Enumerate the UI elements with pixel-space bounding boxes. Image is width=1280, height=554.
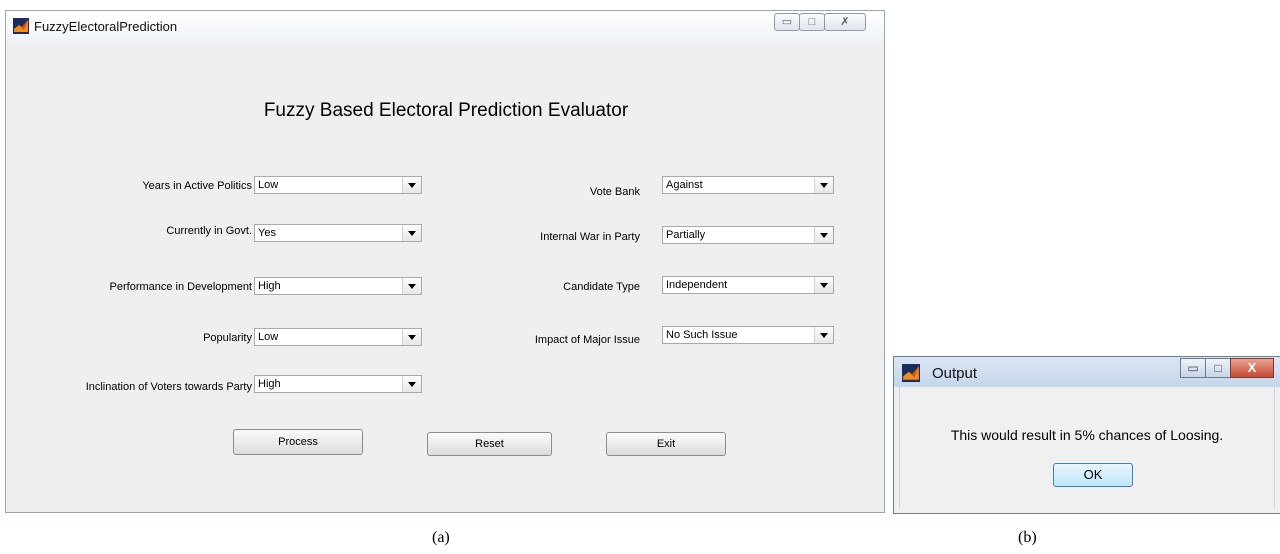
label-years-in-active-politics: Years in Active Politics: [142, 180, 252, 192]
exit-button[interactable]: Exit: [606, 432, 726, 456]
matlab-icon: [902, 364, 920, 382]
label-inclination-of-voters: Inclination of Voters towards Party: [85, 381, 252, 393]
minimize-icon: ▭: [781, 16, 793, 28]
select-value: Low: [258, 331, 279, 343]
impact-of-major-issue-select[interactable]: No Such Issue: [662, 326, 834, 344]
select-value: No Such Issue: [666, 329, 738, 341]
dialog-title-bar[interactable]: Output ▭ □ X: [894, 357, 1280, 387]
currently-in-govt-select[interactable]: Yes: [254, 224, 422, 242]
close-icon: ✗: [840, 16, 850, 28]
label-currently-in-govt: Currently in Govt.: [166, 225, 252, 237]
title-bar[interactable]: FuzzyElectoralPrediction ▭ □ ✗: [6, 11, 884, 43]
popularity-select[interactable]: Low: [254, 328, 422, 346]
output-message: This would result in 5% chances of Loosi…: [950, 427, 1224, 443]
caption-a: (a): [432, 529, 450, 546]
process-button[interactable]: Process: [233, 429, 363, 455]
vote-bank-select[interactable]: Against: [662, 176, 834, 194]
select-value: Yes: [258, 227, 276, 239]
dialog-close-button[interactable]: X: [1230, 358, 1274, 378]
minimize-icon: ▭: [1187, 361, 1199, 375]
dropdown-arrow-icon[interactable]: [402, 177, 421, 193]
close-button[interactable]: ✗: [824, 13, 866, 31]
label-candidate-type: Candidate Type: [563, 281, 640, 293]
reset-button[interactable]: Reset: [427, 432, 552, 456]
performance-in-development-select[interactable]: High: [254, 277, 422, 295]
dropdown-arrow-icon[interactable]: [402, 376, 421, 392]
dialog-maximize-button[interactable]: □: [1205, 358, 1231, 378]
caption-b: (b): [1018, 529, 1037, 546]
select-value: Independent: [666, 279, 728, 291]
label-vote-bank: Vote Bank: [589, 186, 640, 198]
page-title: Fuzzy Based Electoral Prediction Evaluat…: [263, 100, 629, 121]
dialog-caption-buttons: ▭ □ X: [1180, 358, 1274, 378]
caption-buttons: ▭ □ ✗: [774, 13, 866, 33]
dropdown-arrow-icon[interactable]: [402, 278, 421, 294]
label-popularity: Popularity: [203, 332, 252, 344]
select-value: High: [258, 378, 281, 390]
label-impact-of-major-issue: Impact of Major Issue: [534, 334, 640, 346]
window-title: FuzzyElectoralPrediction: [34, 19, 178, 34]
dropdown-arrow-icon[interactable]: [814, 277, 833, 293]
matlab-icon: [13, 18, 29, 34]
label-internal-war-in-party: Internal War in Party: [540, 231, 640, 243]
years-in-active-politics-select[interactable]: Low: [254, 176, 422, 194]
internal-war-in-party-select[interactable]: Partially: [662, 226, 834, 244]
select-value: Against: [666, 179, 703, 191]
dropdown-arrow-icon[interactable]: [814, 227, 833, 243]
label-performance-in-development: Performance in Development: [109, 281, 252, 293]
select-value: High: [258, 280, 281, 292]
main-window: FuzzyElectoralPrediction ▭ □ ✗ Fuzzy Bas…: [5, 10, 885, 513]
output-dialog: Output ▭ □ X This would result in 5% cha…: [893, 356, 1280, 514]
maximize-icon: □: [808, 16, 816, 28]
candidate-type-select[interactable]: Independent: [662, 276, 834, 294]
dialog-title: Output: [932, 365, 978, 382]
ok-button[interactable]: OK: [1053, 463, 1133, 487]
maximize-icon: □: [1214, 361, 1222, 375]
dialog-body: This would result in 5% chances of Loosi…: [899, 387, 1275, 508]
minimize-button[interactable]: ▭: [774, 13, 800, 31]
select-value: Low: [258, 179, 279, 191]
inclination-of-voters-select[interactable]: High: [254, 375, 422, 393]
dropdown-arrow-icon[interactable]: [402, 225, 421, 241]
dropdown-arrow-icon[interactable]: [814, 327, 833, 343]
select-value: Partially: [666, 229, 706, 241]
maximize-button[interactable]: □: [799, 13, 825, 31]
dialog-minimize-button[interactable]: ▭: [1180, 358, 1206, 378]
dropdown-arrow-icon[interactable]: [814, 177, 833, 193]
close-icon: X: [1247, 360, 1257, 375]
dropdown-arrow-icon[interactable]: [402, 329, 421, 345]
